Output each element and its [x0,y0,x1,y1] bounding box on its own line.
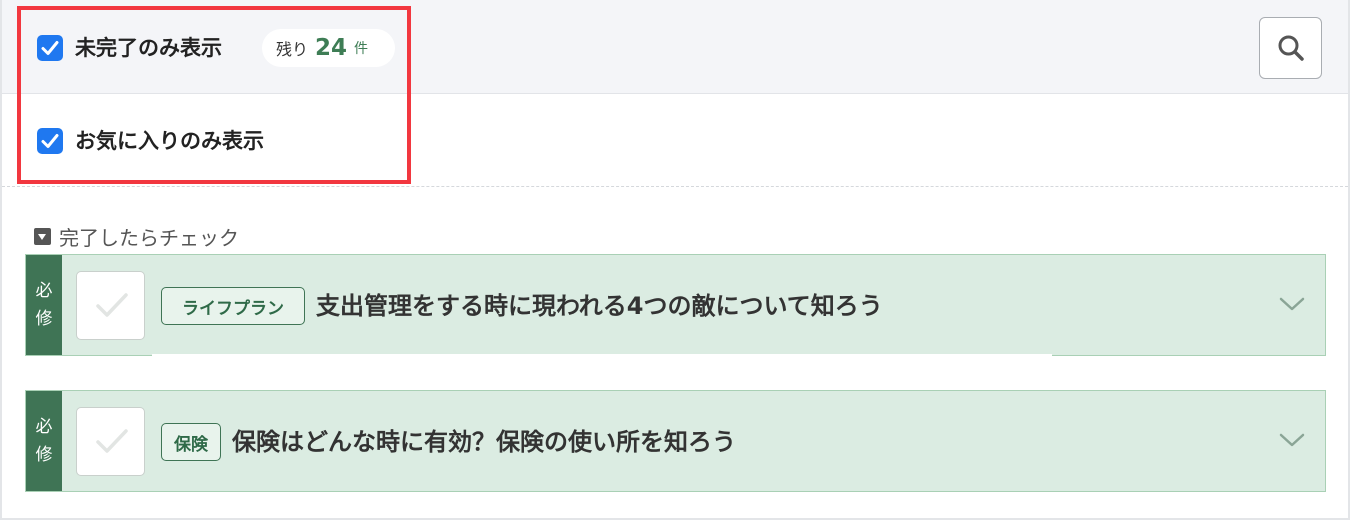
course-card[interactable]: 必 修 保険 保険はどんな時に有効？保険の使い所を知ろう [25,390,1326,492]
incomplete-only-label[interactable]: 未完了のみ表示 [75,35,222,61]
required-char-1: 必 [35,417,53,437]
remaining-count: 24 [315,35,348,61]
search-button[interactable] [1259,17,1322,79]
required-badge: 必 修 [26,391,62,491]
complete-checkbox[interactable] [76,271,145,340]
required-char-2: 修 [35,309,53,329]
card-gap [152,354,1052,384]
required-badge: 必 修 [26,255,62,355]
caret-down-icon [34,227,51,245]
chevron-down-icon[interactable] [1278,295,1306,313]
required-char-1: 必 [35,281,53,301]
check-icon [41,41,59,55]
search-icon [1278,35,1304,61]
favorites-only-label[interactable]: お気に入りのみ表示 [75,128,264,154]
favorites-only-checkbox[interactable] [37,128,63,154]
course-card[interactable]: 必 修 ライフプラン 支出管理をする時に現われる4つの敵について知ろう [25,254,1326,356]
course-title[interactable]: 支出管理をする時に現われる4つの敵について知ろう [316,287,883,325]
section-heading: 完了したらチェック [34,224,239,250]
remaining-prefix: 残り [276,40,309,59]
category-tag: ライフプラン [161,287,305,325]
remaining-count-badge: 残り 24 件 [262,29,395,67]
required-char-2: 修 [35,445,53,465]
check-icon [96,293,128,317]
complete-checkbox[interactable] [76,407,145,476]
filter-bar: 未完了のみ表示 残り 24 件 [2,0,1348,94]
course-title[interactable]: 保険はどんな時に有効？保険の使い所を知ろう [232,423,736,461]
check-icon [96,429,128,453]
section-title: 完了したらチェック [59,225,239,250]
check-icon [41,134,59,148]
favorites-filter-row: お気に入りのみ表示 [2,95,1348,187]
incomplete-only-checkbox[interactable] [37,35,63,61]
remaining-unit: 件 [354,41,369,57]
chevron-down-icon[interactable] [1278,431,1306,449]
category-tag: 保険 [161,423,221,461]
